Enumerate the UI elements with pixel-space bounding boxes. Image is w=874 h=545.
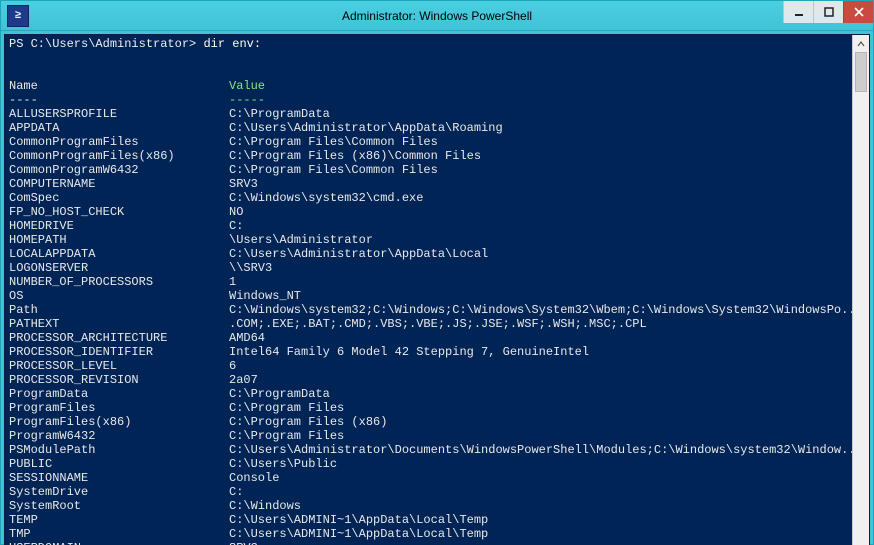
minimize-icon — [794, 7, 804, 17]
powershell-window: ≥ Administrator: Windows PowerShell PS C… — [0, 0, 874, 545]
scroll-up-button[interactable] — [853, 35, 869, 52]
powershell-icon-glyph: ≥ — [15, 10, 22, 22]
scroll-thumb[interactable] — [855, 52, 867, 92]
console-output[interactable]: PS C:\Users\Administrator> dir env: Name… — [5, 35, 852, 545]
window-title: Administrator: Windows PowerShell — [1, 9, 873, 23]
titlebar[interactable]: ≥ Administrator: Windows PowerShell — [1, 1, 873, 31]
close-button[interactable] — [843, 1, 873, 23]
minimize-button[interactable] — [783, 1, 813, 23]
maximize-icon — [824, 7, 834, 17]
maximize-button[interactable] — [813, 1, 843, 23]
scroll-track[interactable] — [853, 52, 869, 545]
close-icon — [854, 7, 864, 17]
window-controls — [783, 1, 873, 23]
vertical-scrollbar[interactable] — [852, 35, 869, 545]
powershell-icon: ≥ — [7, 5, 29, 27]
client-area: PS C:\Users\Administrator> dir env: Name… — [4, 34, 870, 545]
chevron-up-icon — [857, 40, 865, 48]
